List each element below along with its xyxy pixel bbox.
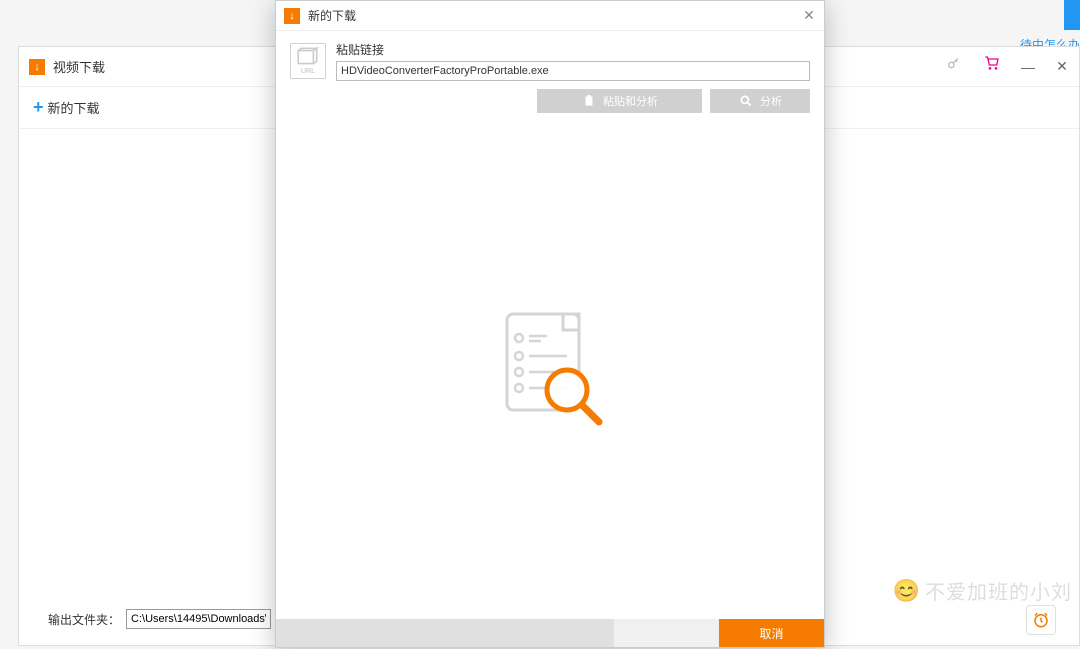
cancel-label: 取消 (759, 625, 783, 642)
emoji-icon: 😊 (893, 578, 921, 604)
output-folder-label: 输出文件夹： (48, 611, 120, 628)
dialog-titlebar: ↓ 新的下载 ✕ (276, 1, 824, 31)
dialog-url-section: URL 粘贴链接 (276, 31, 824, 89)
url-icon-label: URL (301, 68, 315, 75)
output-folder-input[interactable] (126, 609, 271, 629)
minimize-button[interactable]: — (1011, 48, 1045, 86)
dialog-footer-ok-disabled (614, 619, 719, 647)
clipboard-icon (581, 94, 597, 108)
dialog-title: 新的下载 (308, 7, 356, 24)
cart-icon[interactable] (973, 48, 1011, 78)
plus-icon: + (33, 97, 44, 118)
top-corner-accent (1064, 0, 1080, 30)
dialog-app-icon: ↓ (284, 8, 300, 24)
paste-link-label: 粘贴链接 (336, 41, 810, 58)
schedule-button[interactable] (1026, 605, 1056, 635)
watermark: 😊 不爱加班的小刘 (893, 576, 1072, 605)
new-download-dialog: ↓ 新的下载 ✕ URL 粘贴链接 粘贴和分析 分析 (275, 0, 825, 648)
watermark-text: 不爱加班的小刘 (925, 576, 1072, 605)
url-icon: URL (290, 43, 326, 79)
analyze-button[interactable]: 分析 (710, 89, 810, 113)
analyze-placeholder-icon (485, 304, 615, 437)
app-icon: ↓ (29, 59, 45, 75)
dialog-body (276, 121, 824, 619)
close-button[interactable]: ✕ (1045, 48, 1079, 86)
search-icon (738, 94, 754, 108)
dialog-action-buttons: 粘贴和分析 分析 (276, 89, 824, 121)
paste-analyze-button[interactable]: 粘贴和分析 (537, 89, 702, 113)
main-window-title: 视频下载 (53, 57, 105, 76)
analyze-label: 分析 (760, 93, 782, 109)
url-input[interactable] (336, 61, 810, 81)
paste-analyze-label: 粘贴和分析 (603, 93, 658, 109)
cancel-button[interactable]: 取消 (719, 619, 824, 647)
key-icon[interactable] (935, 48, 973, 78)
new-download-button[interactable]: + 新的下载 (33, 97, 100, 118)
new-download-label: 新的下载 (48, 98, 100, 117)
dialog-footer: 取消 (276, 619, 824, 647)
dialog-footer-spacer (276, 619, 614, 647)
dialog-close-button[interactable]: ✕ (794, 1, 824, 31)
output-folder-row: 输出文件夹： (48, 609, 271, 629)
